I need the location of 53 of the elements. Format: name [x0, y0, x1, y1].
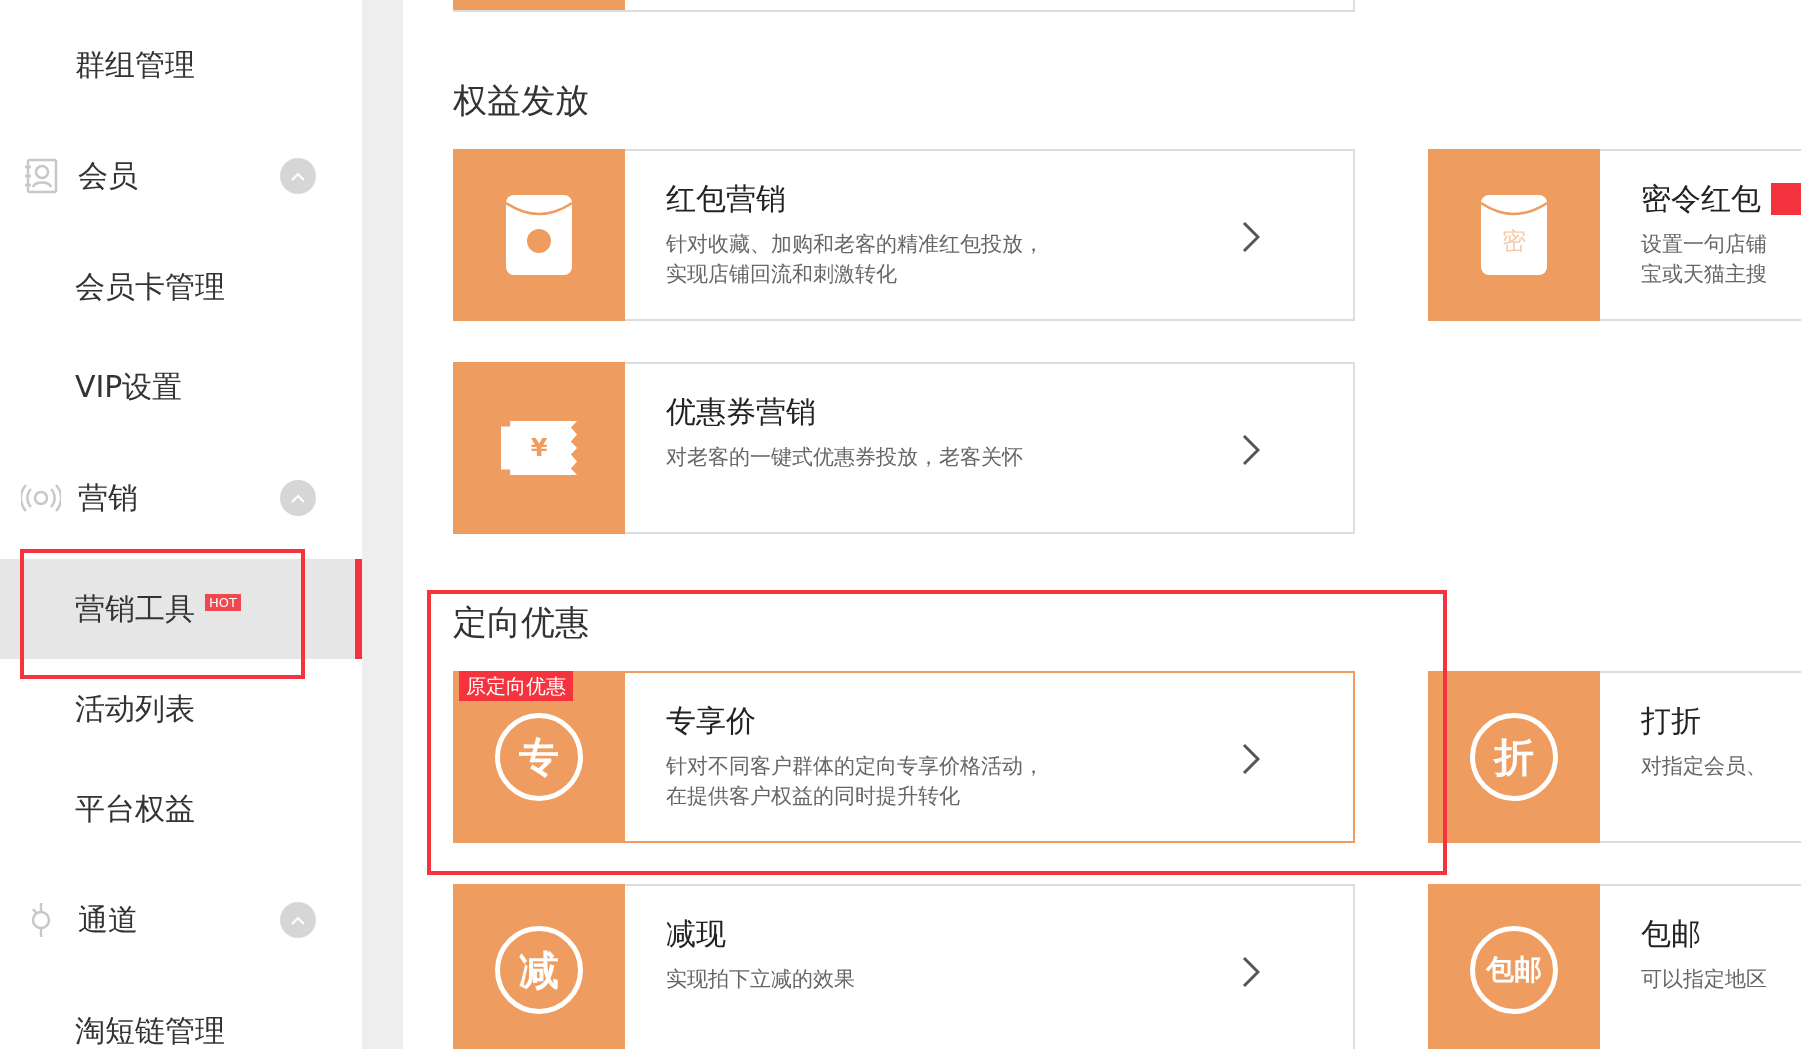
sidebar-item[interactable]: 淘短链管理 [75, 1016, 225, 1046]
circled-character-icon: 减 [495, 926, 583, 1014]
tool-card[interactable]: ¥ 优惠券营销 对老客的一键式优惠券投放，老客关怀 [453, 362, 1355, 534]
tool-card[interactable]: 密 密令红包 设置一句店铺 宝或天猫主搜 [1428, 149, 1801, 321]
sidebar-item[interactable]: 群组管理 [75, 50, 195, 80]
card-description-line: 宝或天猫主搜 [1641, 261, 1767, 288]
tool-card[interactable]: 减 减现 实现拍下立减的效果 [453, 884, 1355, 1049]
card-description-line: 在提供客户权益的同时提升转化 [666, 783, 960, 810]
sidebar-group-label[interactable]: 营销 [78, 483, 138, 513]
member-card-icon [22, 157, 60, 195]
card-title: 优惠券营销 [666, 393, 816, 431]
card-title: 减现 [666, 915, 726, 953]
card-title: 红包营销 [666, 180, 786, 218]
card-description-line: 设置一句店铺 [1641, 231, 1767, 258]
tool-card[interactable]: 红包营销 针对收藏、加购和老客的精准红包投放， 实现店铺回流和刺激转化 [453, 149, 1355, 321]
card-description-line: 针对收藏、加购和老客的精准红包投放， [666, 231, 1044, 258]
chevron-right-icon [1242, 956, 1260, 988]
circled-character-icon: 包邮 [1470, 926, 1558, 1014]
card-title: 专享价 [666, 702, 756, 740]
sidebar-item[interactable]: VIP设置 [75, 372, 183, 402]
hot-badge: HOT [205, 593, 241, 611]
card-description-line: 对老客的一键式优惠券投放，老客关怀 [666, 444, 1023, 471]
card-description-line: 对指定会员、 [1641, 753, 1767, 780]
collapse-caret-icon[interactable] [280, 902, 316, 938]
circled-character-icon: 专 [495, 713, 583, 801]
tool-card[interactable]: 包邮 包邮 可以指定地区 [1428, 884, 1801, 1049]
chevron-right-icon [1242, 743, 1260, 775]
sidebar-item[interactable]: 平台权益 [75, 794, 195, 824]
card-title: 包邮 [1641, 915, 1701, 953]
envelope-icon: 密 [1481, 195, 1547, 275]
card-description-line: 针对不同客户群体的定向专享价格活动， [666, 753, 1044, 780]
section-title: 权益发放 [453, 79, 590, 122]
card-description-line: 可以指定地区 [1641, 966, 1767, 993]
corner-tag: 原定向优惠 [459, 671, 573, 701]
card-title: 打折 [1641, 702, 1701, 740]
circled-character-icon: 折 [1470, 713, 1558, 801]
ticket-icon: ¥ [501, 421, 577, 475]
sidebar-item[interactable]: 会员卡管理 [75, 272, 225, 302]
card-description-line: 实现店铺回流和刺激转化 [666, 261, 897, 288]
sidebar-group-label[interactable]: 会员 [78, 161, 138, 191]
chevron-right-icon [1242, 434, 1260, 466]
tool-card[interactable]: 原定向优惠 专 专享价 针对不同客户群体的定向专享价格活动， 在提供客户权益的同时提升转化 [453, 671, 1355, 843]
section-title: 定向优惠 [453, 601, 590, 644]
envelope-icon [506, 195, 572, 275]
card-title: 密令红包 [1641, 180, 1761, 218]
chevron-right-icon [1242, 221, 1260, 253]
collapse-caret-icon[interactable] [280, 158, 316, 194]
collapse-caret-icon[interactable] [280, 480, 316, 516]
sidebar-item[interactable]: 活动列表 [75, 694, 195, 724]
sidebar-item[interactable]: 营销工具 [75, 594, 195, 624]
tool-card[interactable]: 折 打折 对指定会员、 [1428, 671, 1801, 843]
card-description-line: 实现拍下立减的效果 [666, 966, 855, 993]
sidebar-group-label[interactable]: 通道 [78, 905, 138, 935]
